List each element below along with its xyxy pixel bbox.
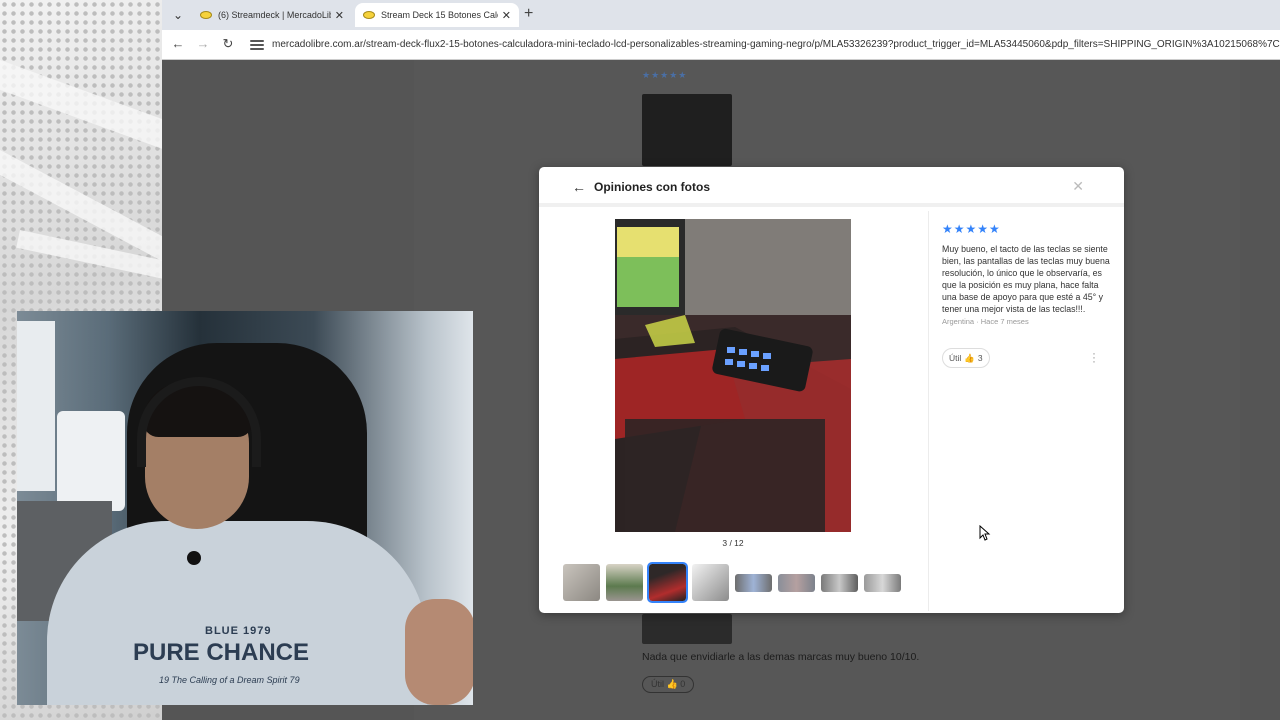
headset-mic-icon bbox=[187, 551, 201, 565]
tab-streamdeck-search[interactable]: (6) Streamdeck | MercadoLibre ✕ bbox=[192, 3, 352, 27]
util-label: Útil bbox=[949, 353, 962, 363]
mercadolibre-favicon-icon bbox=[200, 11, 212, 19]
close-tab-icon[interactable]: ✕ bbox=[335, 9, 344, 22]
photo-counter: 3 / 12 bbox=[722, 538, 744, 548]
review-photo[interactable] bbox=[615, 219, 851, 532]
shelf bbox=[17, 321, 55, 491]
tab-search-dropdown-icon[interactable]: ⌄ bbox=[168, 5, 188, 25]
more-options-icon[interactable]: · · · bbox=[1092, 347, 1096, 367]
review-text: Muy bueno, el tacto de las teclas se sie… bbox=[942, 244, 1110, 314]
rating-stars-icon: ★★★★★ bbox=[942, 222, 1001, 236]
background-review-stars: ★★★★★ bbox=[642, 70, 688, 80]
review-panel: ★★★★★ Muy bueno, el tacto de las teclas … bbox=[942, 222, 1112, 326]
modal-title: Opiniones con fotos bbox=[594, 180, 710, 194]
shirt-text: PURE CHANCE bbox=[133, 639, 310, 666]
background-review-text: Nada que envidiarle a las demas marcas m… bbox=[642, 651, 920, 663]
modal-header: ← Opiniones con fotos ✕ bbox=[539, 167, 1124, 207]
close-icon[interactable]: ✕ bbox=[1072, 178, 1084, 195]
photo-thumbnail[interactable] bbox=[778, 574, 815, 592]
review-photo-image bbox=[615, 219, 851, 532]
address-toolbar: ← → ↻ mercadolibre.com.ar/stream-deck-fl… bbox=[162, 30, 1280, 60]
back-arrow-icon[interactable]: ← bbox=[169, 36, 187, 51]
tab-title: Stream Deck 15 Botones Calcul bbox=[381, 10, 498, 20]
photo-thumbnail[interactable] bbox=[563, 564, 600, 601]
util-label: Útil bbox=[651, 679, 664, 689]
background-review-photo bbox=[642, 94, 732, 166]
review-meta: Argentina · Hace 7 meses bbox=[942, 317, 1029, 326]
back-arrow-icon[interactable]: ← bbox=[572, 179, 586, 195]
photo-thumbnail[interactable] bbox=[606, 564, 643, 601]
mercadolibre-favicon-icon bbox=[363, 11, 375, 19]
background-review-photo bbox=[642, 614, 732, 644]
util-count: 3 bbox=[977, 353, 983, 363]
background-util-button: Útil 👍 0 bbox=[642, 676, 695, 693]
webcam-overlay: BLUE 1979 PURE CHANCE 19 The Calling of … bbox=[17, 311, 473, 705]
backdrop-stripe bbox=[0, 60, 188, 155]
thumbnail-strip bbox=[563, 562, 901, 604]
util-count: 0 bbox=[680, 679, 686, 689]
photo-thumbnail[interactable] bbox=[821, 574, 858, 592]
tab-title: (6) Streamdeck | MercadoLibre bbox=[218, 10, 331, 20]
photo-thumbnail[interactable] bbox=[692, 564, 729, 601]
close-tab-icon[interactable]: ✕ bbox=[502, 9, 511, 22]
shirt-text: BLUE 1979 bbox=[205, 625, 272, 637]
photo-thumbnail-selected[interactable] bbox=[647, 562, 688, 603]
air-conditioner bbox=[57, 411, 125, 511]
forward-arrow-icon[interactable]: → bbox=[194, 36, 212, 51]
photo-reviews-modal: ← Opiniones con fotos ✕ 3 / 12 ★★★★★ Muy… bbox=[539, 167, 1124, 613]
photo-thumbnail[interactable] bbox=[735, 574, 772, 592]
tab-stream-deck-product[interactable]: Stream Deck 15 Botones Calcul ✕ bbox=[355, 3, 519, 27]
new-tab-plus-icon[interactable]: + bbox=[524, 5, 533, 23]
shirt-text: 19 The Calling of a Dream Spirit 79 bbox=[159, 675, 300, 685]
reload-icon[interactable]: ↻ bbox=[219, 36, 237, 52]
thumbs-up-icon: 👍 bbox=[964, 352, 975, 363]
tab-bar: ⌄ (6) Streamdeck | MercadoLibre ✕ Stream… bbox=[162, 0, 1280, 30]
panel-divider bbox=[928, 211, 929, 611]
photo-thumbnail[interactable] bbox=[864, 574, 901, 592]
util-button[interactable]: Útil 👍 3 bbox=[942, 348, 990, 368]
site-info-icon[interactable] bbox=[250, 38, 264, 52]
mouse-cursor-icon bbox=[979, 525, 991, 541]
streamer-hand bbox=[405, 599, 473, 705]
address-bar[interactable]: mercadolibre.com.ar/stream-deck-flux2-15… bbox=[272, 39, 1280, 50]
